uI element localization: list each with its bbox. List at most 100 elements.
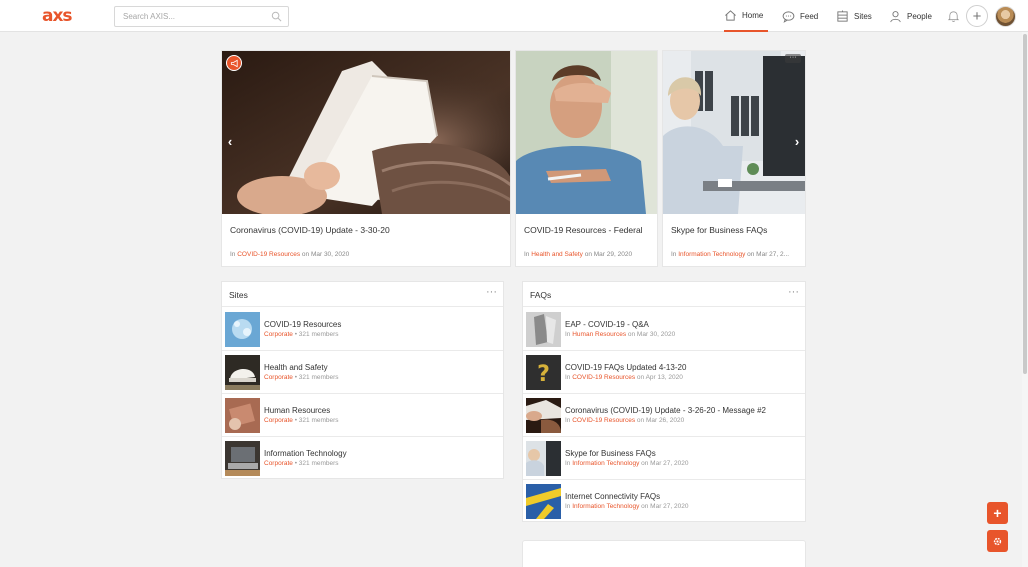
faq-title[interactable]: EAP - COVID-19 - Q&A [565, 320, 649, 329]
nav-people-label: People [907, 11, 932, 21]
nav-people[interactable]: People [889, 0, 932, 32]
site-members: • 321 members [294, 331, 339, 338]
list-item[interactable]: Information Technology Corporate • 321 m… [222, 437, 503, 480]
nav-sites[interactable]: Sites [836, 0, 872, 32]
card-meta: In Health and Safety on Mar 29, 2020 [524, 251, 632, 258]
site-category[interactable]: Corporate [264, 374, 293, 381]
sites-panel: Sites ··· COVID-19 Resources Corporate •… [221, 281, 504, 479]
faq-meta: In Human Resources on Mar 30, 2020 [565, 331, 675, 338]
card-title[interactable]: Coronavirus (COVID-19) Update - 3-30-20 [230, 225, 390, 235]
faq-thumbnail: ? [526, 355, 561, 390]
top-navigation-bar: axs Home Feed Sites People + [0, 0, 1028, 32]
megaphone-icon [230, 59, 238, 67]
faq-meta-in: In [565, 503, 571, 510]
more-icon[interactable]: ··· [785, 54, 801, 63]
scrollbar-thumb[interactable] [1023, 34, 1027, 374]
list-item[interactable]: Internet Connectivity FAQs In Informatio… [523, 480, 805, 523]
faq-meta: In COVID-19 Resources on Mar 26, 2020 [565, 417, 684, 424]
carousel-card[interactable]: ‹ Coronavirus (COVID-19) Update - 3-30-2… [221, 50, 511, 267]
list-item[interactable]: Human Resources Corporate • 321 members [222, 394, 503, 437]
site-members: • 321 members [294, 374, 339, 381]
card-date: on Mar 30, 2020 [301, 251, 350, 258]
thermometer-man-photo [516, 51, 657, 214]
panel-header: Sites ··· [222, 282, 503, 307]
faq-site-link[interactable]: Human Resources [572, 331, 626, 338]
axis-logo[interactable]: axs [42, 6, 76, 26]
bell-icon[interactable] [947, 9, 960, 23]
chat-icon [782, 10, 795, 23]
faq-date: on Apr 13, 2020 [636, 374, 683, 381]
faq-date: on Mar 30, 2020 [627, 331, 676, 338]
list-item[interactable]: COVID-19 Resources Corporate • 321 membe… [222, 308, 503, 351]
announcement-badge [226, 55, 242, 71]
faq-site-link[interactable]: COVID-19 Resources [572, 374, 635, 381]
site-category[interactable]: Corporate [264, 331, 293, 338]
list-item[interactable]: Coronavirus (COVID-19) Update - 3-26-20 … [523, 394, 805, 437]
list-item[interactable]: ? COVID-19 FAQs Updated 4-13-20 In COVID… [523, 351, 805, 394]
card-date: on Mar 29, 2020 [584, 251, 633, 258]
faq-meta: In Information Technology on Mar 27, 202… [565, 503, 688, 510]
logo-text: axs [42, 6, 73, 26]
panel-title: FAQs [530, 290, 552, 300]
site-category[interactable]: Corporate [264, 460, 293, 467]
faqs-panel: FAQs ··· EAP - COVID-19 - Q&A In Human R… [522, 281, 806, 522]
faq-site-link[interactable]: Information Technology [572, 503, 639, 510]
site-name[interactable]: Human Resources [264, 406, 330, 415]
card-image [516, 51, 657, 214]
card-site-link[interactable]: COVID-19 Resources [237, 251, 300, 258]
next-panel [522, 540, 806, 567]
plus-icon: + [993, 505, 1002, 521]
floating-add-button[interactable]: + [987, 502, 1008, 524]
search-icon[interactable] [271, 11, 282, 22]
more-icon[interactable]: ··· [788, 286, 799, 298]
reading-photo [222, 51, 510, 214]
card-image [663, 51, 805, 214]
search-input[interactable] [115, 7, 265, 26]
floating-settings-button[interactable] [987, 530, 1008, 552]
home-icon [725, 9, 736, 21]
nav-home[interactable]: Home [724, 0, 768, 32]
user-avatar[interactable] [995, 6, 1016, 27]
list-item[interactable]: Health and Safety Corporate • 321 member… [222, 351, 503, 394]
carousel-prev-button[interactable]: ‹ [225, 135, 235, 149]
site-name[interactable]: COVID-19 Resources [264, 320, 341, 329]
nav-feed-label: Feed [800, 11, 819, 21]
faq-thumbnail [526, 441, 561, 476]
list-item[interactable]: Skype for Business FAQs In Information T… [523, 437, 805, 480]
carousel-card[interactable]: COVID-19 Resources - Federal In Health a… [515, 50, 658, 267]
more-icon[interactable]: ··· [486, 286, 497, 298]
gear-icon [993, 537, 1002, 545]
office-woman-photo [663, 51, 805, 214]
card-meta-in: In [524, 251, 530, 258]
search-box[interactable] [114, 6, 289, 27]
panel-title: Sites [229, 290, 248, 300]
faq-title[interactable]: Internet Connectivity FAQs [565, 492, 660, 501]
site-category[interactable]: Corporate [264, 417, 293, 424]
nav-feed[interactable]: Feed [782, 0, 818, 32]
card-site-link[interactable]: Information Technology [678, 251, 745, 258]
site-thumbnail [225, 355, 260, 390]
faq-site-link[interactable]: COVID-19 Resources [572, 417, 635, 424]
faq-title[interactable]: COVID-19 FAQs Updated 4-13-20 [565, 363, 686, 372]
list-item[interactable]: EAP - COVID-19 - Q&A In Human Resources … [523, 308, 805, 351]
faq-title[interactable]: Skype for Business FAQs [565, 449, 656, 458]
card-title[interactable]: Skype for Business FAQs [671, 225, 767, 235]
card-meta: In Information Technology on Mar 27, 2..… [671, 251, 789, 258]
faq-title[interactable]: Coronavirus (COVID-19) Update - 3-26-20 … [565, 406, 766, 415]
faq-meta-in: In [565, 417, 571, 424]
card-title[interactable]: COVID-19 Resources - Federal [524, 225, 643, 235]
faq-site-link[interactable]: Information Technology [572, 460, 639, 467]
card-date: on Mar 27, 2... [747, 251, 790, 258]
card-meta: In COVID-19 Resources on Mar 30, 2020 [230, 251, 349, 258]
faq-date: on Mar 27, 2020 [641, 460, 689, 467]
carousel-card[interactable]: ··· › Skype for Business FAQs In Informa… [662, 50, 806, 267]
nav-home-label: Home [742, 10, 764, 20]
card-meta-in: In [671, 251, 677, 258]
card-site-link[interactable]: Health and Safety [531, 251, 583, 258]
site-name[interactable]: Information Technology [264, 449, 347, 458]
sites-icon [837, 9, 848, 22]
create-button[interactable]: + [966, 5, 988, 27]
carousel-next-button[interactable]: › [792, 135, 802, 149]
site-name[interactable]: Health and Safety [264, 363, 328, 372]
plus-icon: + [972, 7, 982, 25]
